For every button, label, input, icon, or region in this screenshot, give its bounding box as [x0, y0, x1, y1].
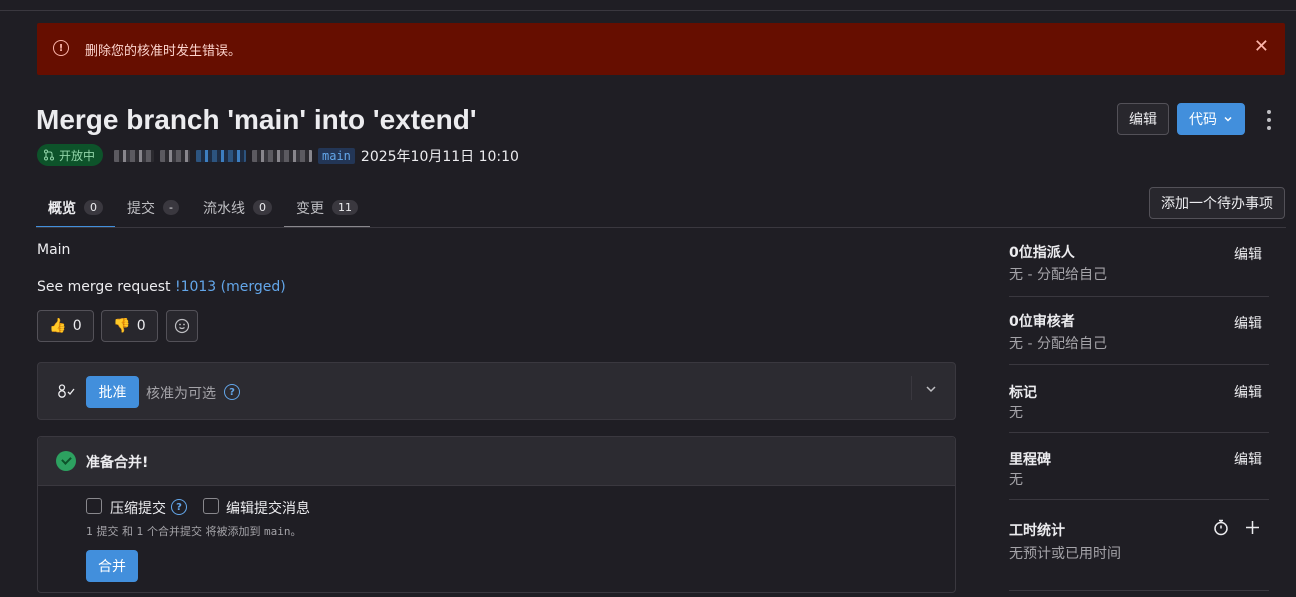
tab-label: 变更: [295, 200, 324, 217]
merge-widget: 准备合并! 压缩提交 ? 编辑提交消息 1 提交 和 1 个合并提交 将被添加到…: [37, 436, 956, 593]
divider: [911, 376, 912, 400]
approval-icon: [58, 384, 75, 398]
help-icon[interactable]: ?: [171, 499, 187, 515]
tab-commits[interactable]: 提交 -: [115, 188, 191, 227]
divider: [1009, 590, 1269, 591]
description-text: See merge request: [37, 279, 175, 295]
merge-summary-suffix: 。: [290, 525, 302, 538]
reviewers-edit-link[interactable]: 编辑: [1234, 313, 1262, 333]
merge-request-icon: [44, 149, 54, 161]
chevron-down-icon[interactable]: [924, 382, 938, 396]
edit-button[interactable]: 编辑: [1117, 103, 1169, 135]
tab-divider: [36, 227, 1286, 228]
merge-widget-header: 准备合并!: [38, 437, 955, 486]
labels-value: 无: [1009, 405, 1023, 421]
approval-widget: 批准 核准为可选 ?: [37, 362, 956, 420]
more-actions-icon[interactable]: [1262, 110, 1276, 130]
divider: [1009, 499, 1269, 500]
assignees-value[interactable]: 无 - 分配给自己: [1009, 264, 1107, 284]
redacted-text: [252, 150, 312, 162]
code-dropdown-button[interactable]: 代码: [1177, 103, 1245, 135]
tab-count: 0: [84, 200, 103, 215]
close-icon[interactable]: ✕: [1254, 36, 1269, 57]
byline: main 2025年10月11日 10:10: [114, 146, 519, 166]
redacted-text: [160, 150, 190, 162]
edit-commit-message-label: 编辑提交消息: [226, 501, 310, 517]
thumbs-down-count: 0: [136, 318, 146, 334]
time-tracking-value: 无预计或已用时间: [1009, 546, 1121, 562]
smiley-icon: [174, 318, 190, 334]
approve-button[interactable]: 批准: [86, 376, 139, 408]
assignees-edit-link[interactable]: 编辑: [1234, 244, 1262, 264]
time-tracking-title: 工时统计: [1009, 523, 1065, 539]
tab-bar: 概览 0 提交 - 流水线 0 变更 11: [36, 188, 370, 228]
page-title: Merge branch 'main' into 'extend': [36, 104, 477, 135]
add-reaction-button[interactable]: [166, 310, 198, 342]
created-datetime: 2025年10月11日 10:10: [360, 149, 519, 165]
tab-label: 提交: [127, 200, 155, 217]
thumbs-down-button[interactable]: 👎 0: [101, 310, 158, 342]
stopwatch-icon[interactable]: [1213, 519, 1229, 536]
divider: [1009, 432, 1269, 433]
thumbs-down-icon: 👎: [113, 318, 131, 334]
assignees-title: 0位指派人: [1009, 245, 1075, 261]
top-divider: [0, 10, 1296, 11]
merge-summary-branch: main: [263, 525, 291, 538]
help-icon[interactable]: ?: [224, 384, 240, 400]
tab-label: 概览: [48, 200, 76, 217]
reviewers-value[interactable]: 无 - 分配给自己: [1009, 333, 1107, 353]
thumbs-up-count: 0: [72, 318, 82, 334]
labels-title: 标记: [1009, 385, 1037, 401]
thumbs-up-icon: 👍: [49, 318, 67, 334]
approval-optional-text: 核准为可选: [146, 386, 216, 402]
squash-checkbox[interactable]: [86, 498, 102, 514]
tab-count: -: [163, 200, 179, 215]
description-line: Main: [37, 242, 71, 258]
success-check-icon: [56, 451, 76, 471]
milestone-value: 无: [1009, 472, 1023, 488]
merge-request-link[interactable]: !1013 (merged): [175, 279, 286, 295]
divider: [1009, 296, 1269, 297]
merge-ready-title: 准备合并!: [86, 455, 149, 471]
squash-label: 压缩提交: [110, 501, 166, 517]
edit-commit-message-checkbox[interactable]: [203, 498, 219, 514]
tab-overview[interactable]: 概览 0: [36, 188, 115, 228]
divider: [1009, 364, 1269, 365]
redacted-source-branch: [196, 150, 246, 162]
target-branch[interactable]: main: [318, 148, 355, 164]
merge-button[interactable]: 合并: [86, 550, 138, 582]
chevron-down-icon: [1224, 116, 1232, 122]
add-todo-button[interactable]: 添加一个待办事项: [1149, 187, 1285, 219]
code-button-label: 代码: [1189, 112, 1217, 128]
milestone-edit-link[interactable]: 编辑: [1234, 449, 1262, 469]
reviewers-title: 0位审核者: [1009, 314, 1075, 330]
status-badge: 开放中: [37, 144, 104, 166]
error-icon: !: [53, 40, 69, 56]
redacted-author: [114, 150, 154, 162]
tab-count: 11: [331, 200, 358, 215]
thumbs-up-button[interactable]: 👍 0: [37, 310, 94, 342]
labels-edit-link[interactable]: 编辑: [1234, 382, 1262, 402]
merge-summary-text: 1 提交 和 1 个合并提交 将被添加到: [86, 525, 264, 538]
tab-pipelines[interactable]: 流水线 0: [191, 188, 284, 227]
error-alert: ! 删除您的核准时发生错误。 ✕: [37, 23, 1285, 75]
merge-summary: 1 提交 和 1 个合并提交 将被添加到 main。: [86, 523, 301, 539]
tab-changes[interactable]: 变更 11: [283, 188, 370, 228]
tab-count: 0: [252, 200, 272, 215]
status-label: 开放中: [59, 148, 96, 163]
description-line: See merge request !1013 (merged): [37, 279, 286, 295]
error-alert-message: 删除您的核准时发生错误。: [85, 44, 242, 59]
milestone-title: 里程碑: [1009, 452, 1051, 468]
tab-label: 流水线: [202, 200, 245, 217]
plus-icon[interactable]: [1245, 520, 1260, 535]
